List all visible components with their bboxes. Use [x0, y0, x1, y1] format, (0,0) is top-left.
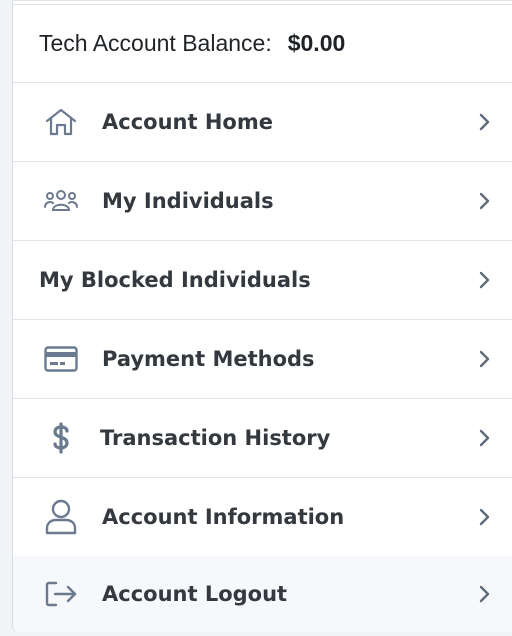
balance-value: $0.00	[287, 30, 346, 56]
chevron-right-icon	[477, 191, 491, 211]
chevron-right-icon	[477, 507, 491, 527]
menu-item-account-home[interactable]: Account Home	[13, 83, 512, 162]
menu-item-label: My Individuals	[102, 189, 274, 213]
menu-item-label: Payment Methods	[102, 347, 315, 371]
home-icon	[43, 104, 79, 140]
menu-item-label: Account Information	[102, 505, 345, 529]
menu-item-label: Account Home	[102, 110, 273, 134]
chevron-right-icon	[477, 112, 491, 132]
chevron-right-icon	[477, 349, 491, 369]
menu-item-payment-methods[interactable]: Payment Methods	[13, 320, 512, 399]
menu-item-my-blocked-individuals[interactable]: My Blocked Individuals	[13, 241, 512, 320]
menu-item-label: Account Logout	[102, 582, 288, 606]
menu-item-account-information[interactable]: Account Information	[13, 478, 512, 557]
menu-item-label: My Blocked Individuals	[39, 268, 311, 292]
menu-item-my-individuals[interactable]: My Individuals	[13, 162, 512, 241]
logout-icon	[43, 576, 79, 612]
chevron-right-icon	[477, 584, 491, 604]
menu-item-account-logout[interactable]: Account Logout	[13, 556, 512, 632]
credit-card-icon	[43, 341, 79, 377]
user-icon	[43, 499, 79, 535]
balance-label: Tech Account Balance:	[39, 30, 272, 56]
account-menu-panel: Tech Account Balance: $0.00 Account Home	[12, 0, 512, 632]
account-balance: Tech Account Balance: $0.00	[13, 4, 512, 83]
menu-item-label: Transaction History	[100, 426, 331, 450]
chevron-right-icon	[477, 428, 491, 448]
dollar-icon	[43, 420, 79, 456]
menu-item-transaction-history[interactable]: Transaction History	[13, 399, 512, 478]
chevron-right-icon	[477, 270, 491, 290]
people-icon	[43, 183, 79, 219]
